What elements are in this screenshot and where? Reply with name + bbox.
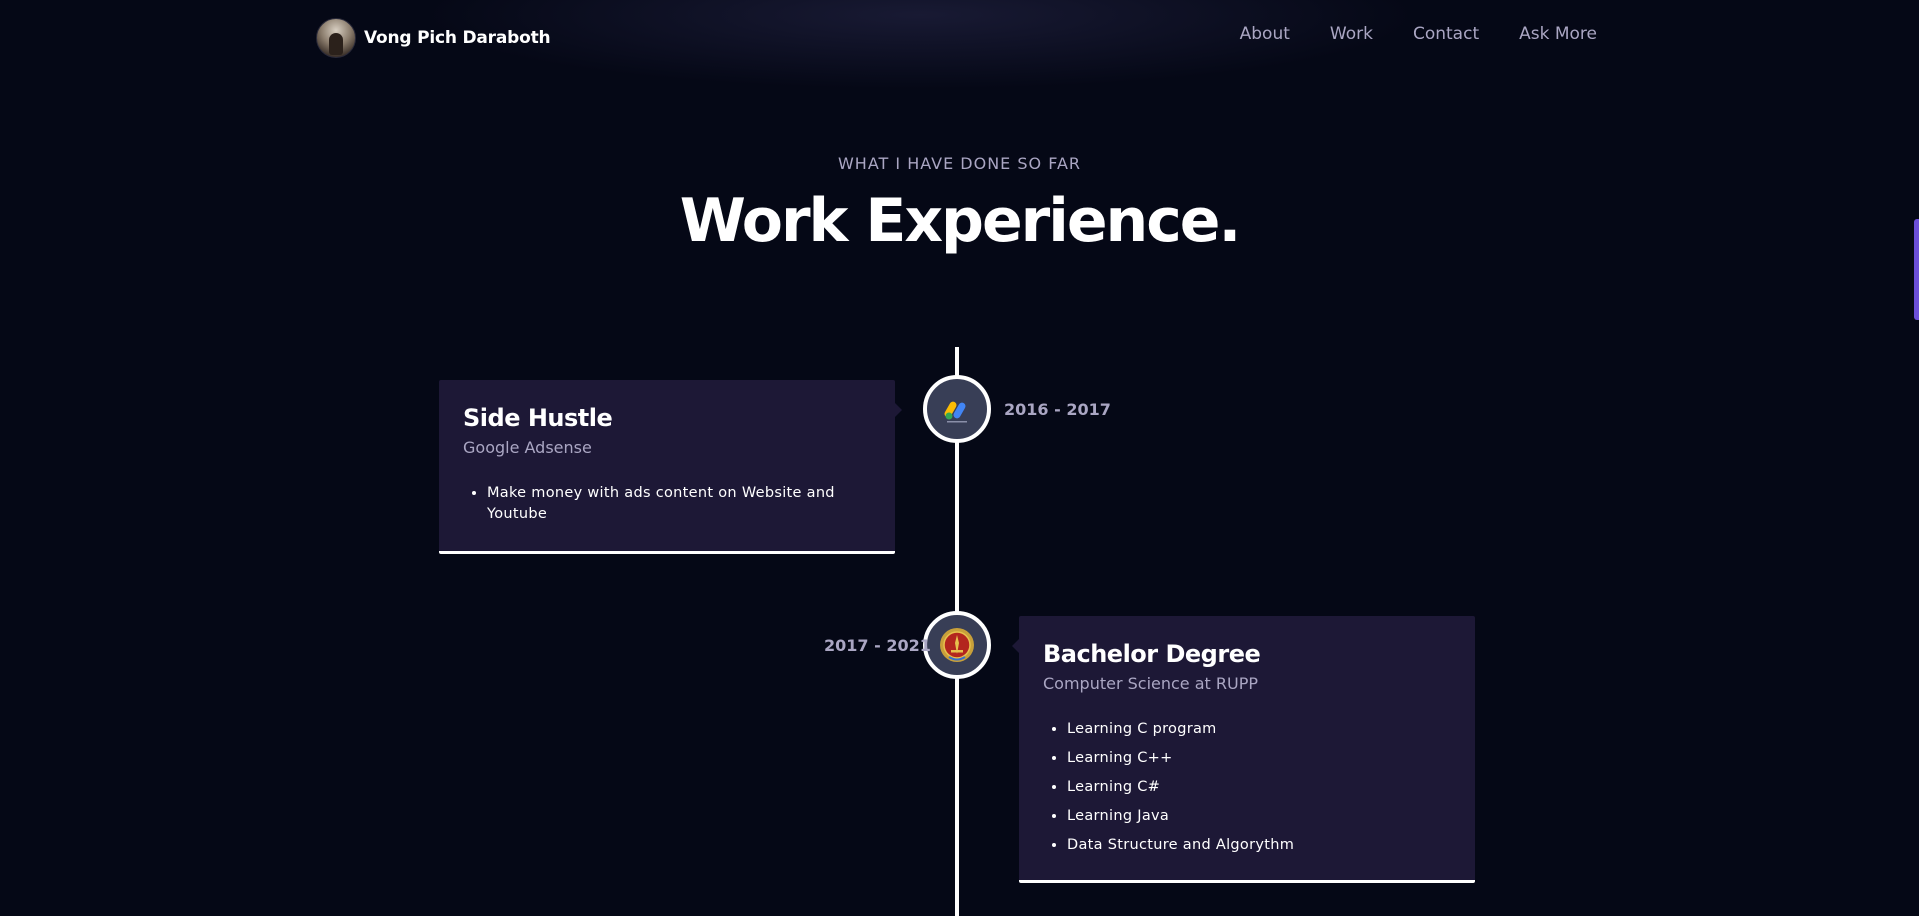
experience-point: Learning C++ <box>1067 748 1451 769</box>
rupp-emblem-logo <box>940 628 974 662</box>
section-title: Work Experience. <box>679 186 1242 256</box>
experience-card-bachelor-degree: Bachelor Degree Computer Science at RUPP… <box>1019 616 1475 883</box>
experience-points: Learning C program Learning C++ Learning… <box>1043 719 1451 856</box>
brand-logo-link[interactable]: Vong Pich Daraboth <box>316 18 551 58</box>
experience-date: 2016 - 2017 <box>1004 400 1111 419</box>
card-arrow <box>895 403 902 417</box>
avatar <box>316 18 356 58</box>
rupp-emblem-icon <box>923 611 991 679</box>
experience-company: Computer Science at RUPP <box>1043 674 1259 693</box>
experience-card-side-hustle: Side Hustle Google Adsense Make money wi… <box>439 380 895 554</box>
nav-link-contact[interactable]: Contact <box>1413 24 1479 44</box>
scroll-indicator[interactable] <box>1914 219 1919 320</box>
nav-link-ask-more[interactable]: Ask More <box>1519 24 1597 44</box>
experience-point: Learning C program <box>1067 719 1451 740</box>
section-subtitle: WHAT I HAVE DONE SO FAR <box>837 154 1082 173</box>
experience-point: Learning C# <box>1067 777 1451 798</box>
page: Vong Pich Daraboth About Work Contact As… <box>0 0 1919 916</box>
navbar: Vong Pich Daraboth About Work Contact As… <box>0 0 1919 76</box>
nav-links: About Work Contact Ask More <box>1240 24 1597 44</box>
google-adsense-logo <box>944 401 967 423</box>
experience-title: Side Hustle <box>463 404 613 432</box>
card-arrow <box>1012 639 1019 653</box>
nav-link-about[interactable]: About <box>1240 24 1290 44</box>
experience-company: Google Adsense <box>463 438 592 457</box>
experience-points: Make money with ads content on Website a… <box>463 483 871 525</box>
nav-link-work[interactable]: Work <box>1330 24 1373 44</box>
experience-date: 2017 - 2021 <box>824 636 931 655</box>
experience-title: Bachelor Degree <box>1043 640 1261 668</box>
brand-name: Vong Pich Daraboth <box>364 28 551 48</box>
experience-point: Learning Java <box>1067 806 1451 827</box>
google-adsense-icon <box>923 375 991 443</box>
experience-point: Data Structure and Algorythm <box>1067 835 1451 856</box>
experience-point: Make money with ads content on Website a… <box>487 483 871 525</box>
